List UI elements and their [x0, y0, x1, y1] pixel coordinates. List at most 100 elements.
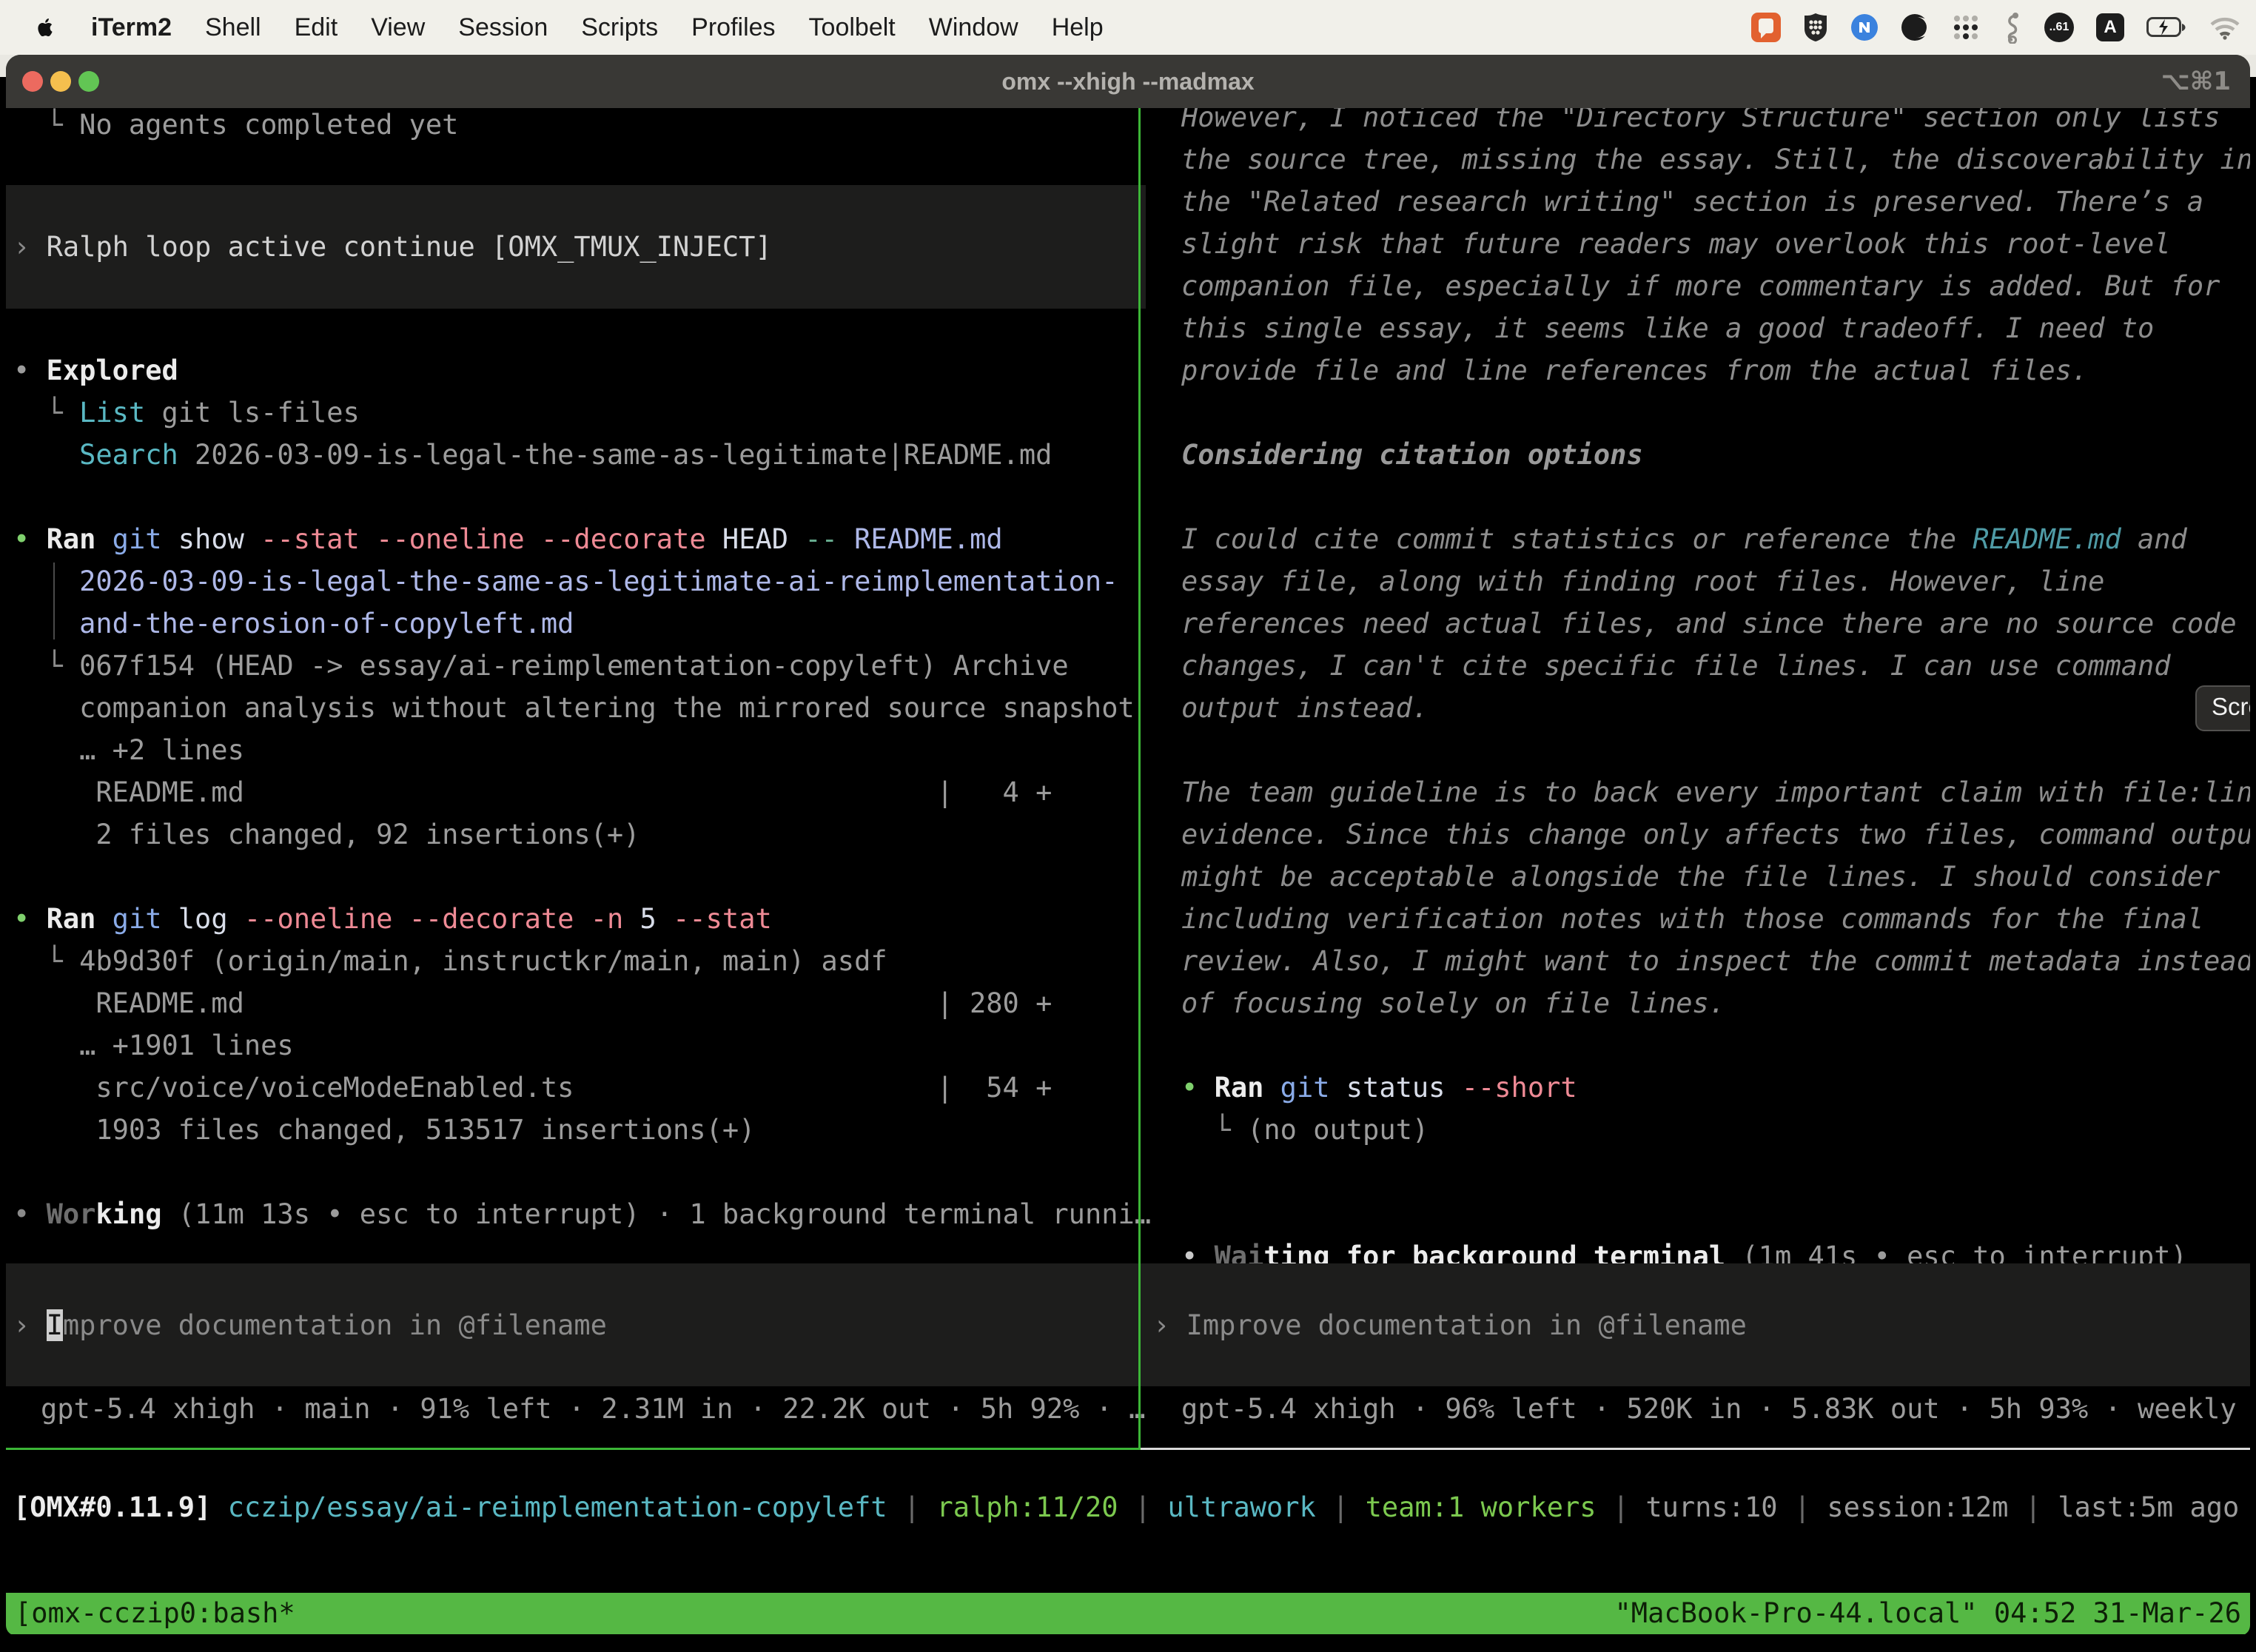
ralph-loop-banner: › Ralph loop active continue [OMX_TMUX_I…	[6, 185, 1146, 309]
term-line	[1181, 392, 2250, 434]
tmux-session-label: [omx-cczip0:bash*	[15, 1593, 295, 1634]
term-line: However, I noticed the "Directory Struct…	[1181, 108, 2250, 138]
menu-item-help[interactable]: Help	[1052, 13, 1104, 42]
window-shortcut-badge: ⌥⌘1	[2161, 67, 2231, 96]
term-line	[13, 476, 1151, 518]
term-line: changes, I can't cite specific file line…	[1181, 645, 2250, 687]
term-line: [OMX#0.11.9] cczip/essay/ai-reimplementa…	[13, 1486, 2239, 1528]
tmux-host-clock: "MacBook-Pro-44.local" 04:52 31-Mar-26	[1615, 1593, 2241, 1634]
term-line: the "Related research writing" section i…	[1181, 181, 2250, 223]
iterm-window: omx --xhigh --madmax ⌥⌘1 └ No agents com…	[6, 55, 2250, 1636]
minimize-window-button[interactable]	[50, 71, 71, 92]
window-title: omx --xhigh --madmax	[1001, 68, 1254, 95]
term-line: └ (no output)	[1181, 1109, 2250, 1151]
term-line: └ 4b9d30f (origin/main, instructkr/main,…	[13, 940, 1151, 982]
tooltip-label: Scre	[2212, 693, 2250, 720]
left-pane-log: • Explored └ List git ls-files Search 20…	[13, 349, 1151, 1235]
window-titlebar[interactable]: omx --xhigh --madmax ⌥⌘1	[6, 55, 2250, 108]
shield-grid-icon[interactable]	[1803, 13, 1828, 42]
term-line: provide file and line references from th…	[1181, 349, 2250, 392]
apple-menu-icon[interactable]	[34, 13, 58, 41]
term-line: └ List git ls-files	[13, 392, 1151, 434]
a-key-label: A	[2104, 17, 2116, 38]
term-line: the source tree, missing the essay. Stil…	[1181, 138, 2250, 181]
menu-item-profiles[interactable]: Profiles	[691, 13, 775, 42]
left-prompt-input[interactable]: › Improve documentation in @filename	[6, 1263, 1146, 1386]
left-model-status-line: gpt-5.4 xhigh · main · 91% left · 2.31M …	[41, 1388, 1145, 1430]
dark-pie-icon[interactable]	[1901, 13, 1929, 41]
term-line: › Improve documentation in @filename	[13, 1304, 607, 1346]
menu-item-window[interactable]: Window	[929, 13, 1018, 42]
tree-guide-line	[53, 563, 55, 639]
term-line: Considering citation options	[1181, 434, 2250, 476]
term-line: › Improve documentation in @filename	[1153, 1304, 1747, 1346]
term-line: including verification notes with those …	[1181, 898, 2250, 940]
badge-61-icon[interactable]: ..61	[2044, 13, 2074, 42]
term-line: 2026-03-09-is-legal-the-same-as-legitima…	[13, 560, 1151, 602]
term-line	[1181, 1024, 2250, 1067]
term-line: slight risk that future readers may over…	[1181, 223, 2250, 265]
term-line	[13, 1151, 1151, 1193]
term-line: gpt-5.4 xhigh · main · 91% left · 2.31M …	[41, 1388, 1145, 1430]
term-line: src/voice/voiceModeEnabled.ts | 54 +	[13, 1067, 1151, 1109]
term-line: • Explored	[13, 349, 1151, 392]
term-line: The team guideline is to back every impo…	[1181, 771, 2250, 813]
menu-item-scripts[interactable]: Scripts	[581, 13, 658, 42]
term-line: … +1901 lines	[13, 1024, 1151, 1067]
term-line: companion file, especially if more comme…	[1181, 265, 2250, 307]
screenshot-app-icon[interactable]	[1751, 13, 1781, 42]
battery-icon[interactable]	[2146, 17, 2186, 38]
term-line: └ No agents completed yet	[13, 108, 458, 146]
right-pane-bottom-rule	[1141, 1448, 2250, 1450]
term-line: • Ran git show --stat --oneline --decora…	[13, 518, 1151, 560]
term-line	[1181, 1151, 2250, 1193]
menu-item-toolbelt[interactable]: Toolbelt	[809, 13, 896, 42]
right-model-status-line: gpt-5.4 xhigh · 96% left · 520K in · 5.8…	[1181, 1388, 2250, 1430]
term-line: of focusing solely on file lines.	[1181, 982, 2250, 1024]
term-line: gpt-5.4 xhigh · 96% left · 520K in · 5.8…	[1181, 1388, 2250, 1430]
left-pane-agents-line: └ No agents completed yet	[13, 108, 458, 146]
squiggle-icon[interactable]	[2003, 11, 2022, 44]
menu-left: iTerm2 Shell Edit View Session Scripts Profile…	[0, 13, 1104, 42]
dots-grid-icon[interactable]	[1951, 13, 1981, 42]
pane-divider[interactable]	[1138, 108, 1141, 1450]
term-line: • Working (11m 13s • esc to interrupt) ·…	[13, 1193, 1151, 1235]
zoom-window-button[interactable]	[78, 71, 99, 92]
left-prompt-text: › Improve documentation in @filename	[13, 1304, 607, 1346]
term-line	[13, 856, 1151, 898]
right-prompt-text: › Improve documentation in @filename	[1153, 1304, 1747, 1346]
term-line	[1181, 729, 2250, 771]
term-line: Search 2026-03-09-is-legal-the-same-as-l…	[13, 434, 1151, 476]
badge-61-label: ..61	[2049, 21, 2069, 34]
term-line: 2 files changed, 92 insertions(+)	[13, 813, 1151, 856]
ralph-loop-text: › Ralph loop active continue [OMX_TMUX_I…	[13, 226, 772, 268]
term-line: might be acceptable alongside the file l…	[1181, 856, 2250, 898]
menu-item-view[interactable]: View	[371, 13, 425, 42]
left-pane-bottom-rule	[6, 1448, 1138, 1450]
screen-tooltip: Scre	[2195, 685, 2250, 731]
term-line: • Ran git log --oneline --decorate -n 5 …	[13, 898, 1151, 940]
wifi-icon[interactable]	[2209, 15, 2241, 40]
terminal-content[interactable]: └ No agents completed yet › Ralph loop a…	[6, 108, 2250, 1636]
term-line: essay file, along with finding root file…	[1181, 560, 2250, 602]
term-line: companion analysis without altering the …	[13, 687, 1151, 729]
term-line: └ 067f154 (HEAD -> essay/ai-reimplementa…	[13, 645, 1151, 687]
tmux-status-bar: [omx-cczip0:bash* "MacBook-Pro-44.local"…	[6, 1593, 2250, 1634]
close-window-button[interactable]	[22, 71, 43, 92]
term-line: › Ralph loop active continue [OMX_TMUX_I…	[13, 226, 772, 268]
term-line: 1903 files changed, 513517 insertions(+)	[13, 1109, 1151, 1151]
blue-badge-icon[interactable]	[1850, 13, 1879, 41]
menu-item-session[interactable]: Session	[458, 13, 548, 42]
menu-item-edit[interactable]: Edit	[295, 13, 338, 42]
term-line: • Ran git status --short	[1181, 1067, 2250, 1109]
menu-item-shell[interactable]: Shell	[205, 13, 261, 42]
term-line	[1181, 476, 2250, 518]
menu-items-container: iTerm2 Shell Edit View Session Scripts Profile…	[91, 13, 1104, 42]
menu-bar: iTerm2 Shell Edit View Session Scripts Profile…	[0, 0, 2256, 55]
term-line: evidence. Since this change only affects…	[1181, 813, 2250, 856]
right-prompt-input[interactable]: › Improve documentation in @filename	[1143, 1263, 2250, 1386]
a-key-icon[interactable]: A	[2096, 13, 2124, 41]
menu-status-icons: ..61 A	[1751, 11, 2256, 44]
term-line: I could cite commit statistics or refere…	[1181, 518, 2250, 560]
menu-item-iterm2[interactable]: iTerm2	[91, 13, 172, 42]
